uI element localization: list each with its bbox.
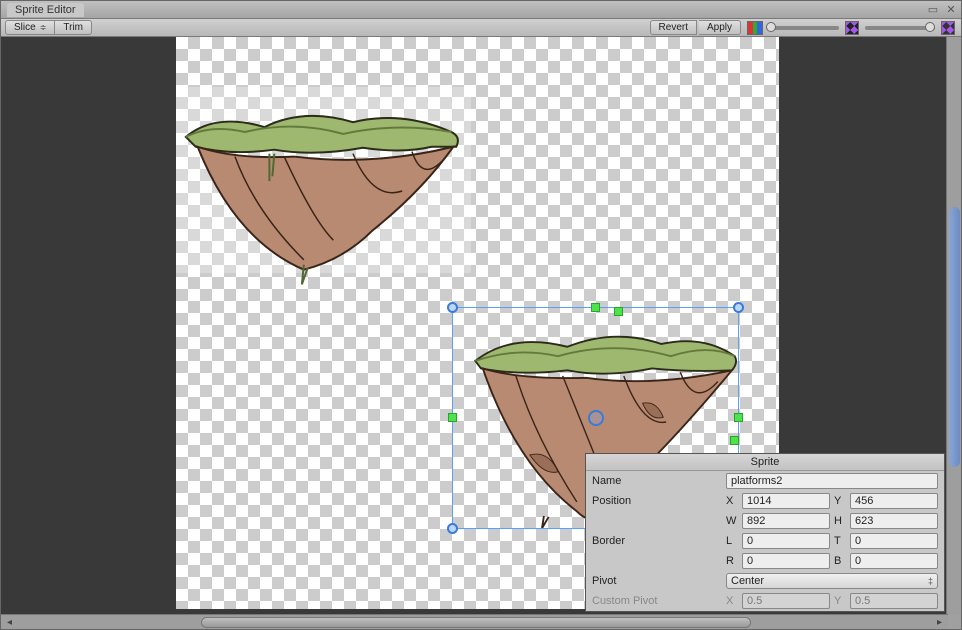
- close-icon[interactable]: ✕: [945, 3, 957, 15]
- zoom-slider[interactable]: [865, 26, 935, 30]
- hscroll-left-arrow-icon[interactable]: ◂: [3, 616, 16, 629]
- hscroll-right-arrow-icon[interactable]: ▸: [933, 616, 946, 629]
- pos-x-field[interactable]: 1014: [742, 493, 830, 509]
- window-title-tab[interactable]: Sprite Editor: [7, 3, 84, 17]
- vertical-scrollbar-thumb[interactable]: [949, 207, 960, 467]
- pos-y-field[interactable]: 456: [850, 493, 938, 509]
- undock-icon[interactable]: ▭: [927, 3, 939, 15]
- horizontal-scrollbar-thumb[interactable]: [201, 617, 751, 628]
- pivot-label: Pivot: [592, 575, 722, 587]
- slice-dropdown-arrow-icon: ≑: [40, 23, 47, 32]
- sprite-editor-window: Sprite Editor ▭ ✕ Slice ≑ Trim Revert Ap…: [0, 0, 962, 630]
- vertical-scrollbar[interactable]: [946, 37, 961, 615]
- toolbar: Slice ≑ Trim Revert Apply: [1, 19, 961, 37]
- border-l-label: L: [726, 535, 740, 547]
- title-bar: Sprite Editor ▭ ✕: [1, 1, 961, 19]
- mip-checker-icon[interactable]: [941, 21, 955, 35]
- border-b-label: B: [834, 555, 848, 567]
- zoom-slider-thumb[interactable]: [925, 22, 935, 32]
- pivot-value: Center: [731, 575, 764, 587]
- border-label: Border: [592, 535, 722, 547]
- toolbar-right: Revert Apply: [650, 20, 955, 35]
- trim-button[interactable]: Trim: [55, 20, 92, 35]
- rgb-toggle-icon[interactable]: [747, 21, 763, 35]
- pos-x-label: X: [726, 495, 740, 507]
- slice-button[interactable]: Slice ≑: [5, 20, 55, 35]
- pos-w-field[interactable]: 892: [742, 513, 830, 529]
- border-l-field[interactable]: 0: [742, 533, 830, 549]
- horizontal-scrollbar[interactable]: ◂ ▸: [1, 614, 948, 629]
- pos-y-label: Y: [834, 495, 848, 507]
- window-controls: ▭ ✕: [927, 3, 957, 15]
- sprite-thumbnail-1[interactable]: [176, 91, 471, 291]
- border-r-field[interactable]: 0: [742, 553, 830, 569]
- custom-pivot-label: Custom Pivot: [592, 595, 722, 607]
- cp-y-label: Y: [834, 595, 848, 607]
- pivot-dropdown[interactable]: Center ‡: [726, 573, 938, 589]
- sprite-inspector: Sprite Name platforms2 Position X1014 Y4…: [585, 453, 945, 612]
- inspector-header: Sprite: [586, 454, 944, 471]
- name-field[interactable]: platforms2: [726, 473, 938, 489]
- dropdown-arrow-icon: ‡: [928, 576, 933, 586]
- position-label: Position: [592, 495, 722, 507]
- pos-h-label: H: [834, 515, 848, 527]
- pos-h-field[interactable]: 623: [850, 513, 938, 529]
- cp-y-field: 0.5: [850, 593, 938, 609]
- border-t-field[interactable]: 0: [850, 533, 938, 549]
- alpha-slider-thumb[interactable]: [766, 22, 776, 32]
- alpha-slider[interactable]: [769, 26, 839, 30]
- pos-w-label: W: [726, 515, 740, 527]
- border-t-label: T: [834, 535, 848, 547]
- border-r-label: R: [726, 555, 740, 567]
- alpha-checker-icon[interactable]: [845, 21, 859, 35]
- cp-x-field: 0.5: [742, 593, 830, 609]
- revert-button[interactable]: Revert: [650, 20, 697, 35]
- cp-x-label: X: [726, 595, 740, 607]
- slice-label: Slice: [14, 22, 36, 33]
- apply-button[interactable]: Apply: [699, 20, 741, 35]
- border-b-field[interactable]: 0: [850, 553, 938, 569]
- name-label: Name: [592, 475, 722, 487]
